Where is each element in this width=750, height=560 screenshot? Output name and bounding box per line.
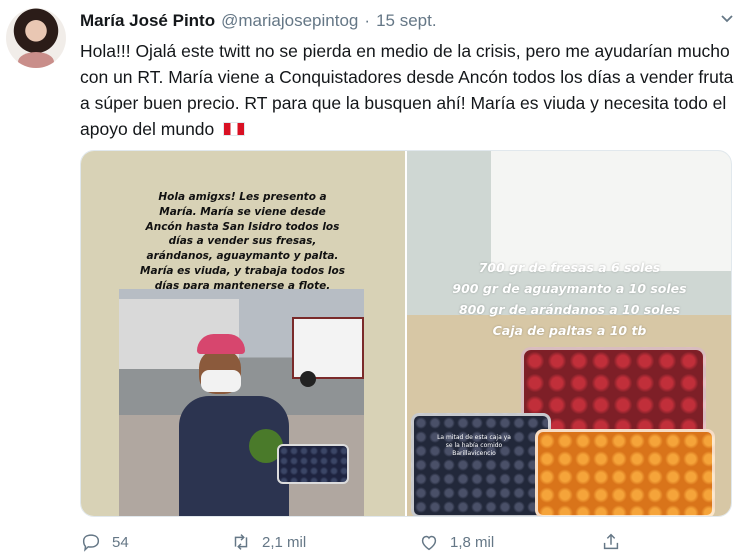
tweet-date[interactable]: 15 sept. [376,11,437,31]
author-name[interactable]: María José Pinto [80,11,215,31]
truck [292,317,364,387]
author-handle[interactable]: @mariajosepintog [221,11,358,31]
tweet-body: Hola!!! Ojalá este twitt no se pierda en… [80,41,734,139]
blueberry-box [411,413,551,516]
peru-flag-icon [223,122,246,136]
woman-with-fruit [179,334,349,516]
separator-dot: · [364,11,371,30]
photo-fruit[interactable]: 700 gr de fresas a 6 soles 900 gr de agu… [407,151,731,516]
chevron-down-icon[interactable] [720,12,734,26]
share-button[interactable] [600,528,622,556]
reply-button[interactable]: 54 [80,528,129,556]
share-icon [603,533,619,550]
reply-icon [82,534,100,552]
retweet-count: 2,1 mil [262,533,307,551]
tweet-header: María José Pinto @mariajosepintog · 15 s… [80,10,437,32]
aguaymanto-box [535,429,715,516]
avatar-shirt [18,52,54,68]
like-count: 1,8 mil [450,533,495,551]
tweet-text: Hola!!! Ojalá este twitt no se pierda en… [80,38,740,142]
like-button[interactable]: 1,8 mil [418,528,494,556]
tweet-media[interactable]: Hola amigxs! Les presento a María. María… [80,150,732,517]
window-light [491,151,731,271]
story-caption-right: 700 gr de fresas a 6 soles 900 gr de agu… [452,260,687,338]
pink-cap [197,334,245,354]
small-note: La mitad de esta caja ya se la había com… [437,434,511,457]
blueberry-box [277,444,349,484]
face-mask [201,370,241,392]
reply-count: 54 [112,533,129,551]
photo-maria[interactable]: Hola amigxs! Les presento a María. María… [81,151,405,516]
tweet-actions: 54 2,1 mil 1,8 mil [80,528,740,556]
street-scene [119,289,364,516]
like-icon [421,535,437,551]
author-avatar[interactable] [6,8,66,68]
story-caption-left: Hola amigxs! Les presento a María. María… [140,191,345,292]
retweet-button[interactable]: 2,1 mil [230,528,306,556]
retweet-icon [234,534,248,550]
